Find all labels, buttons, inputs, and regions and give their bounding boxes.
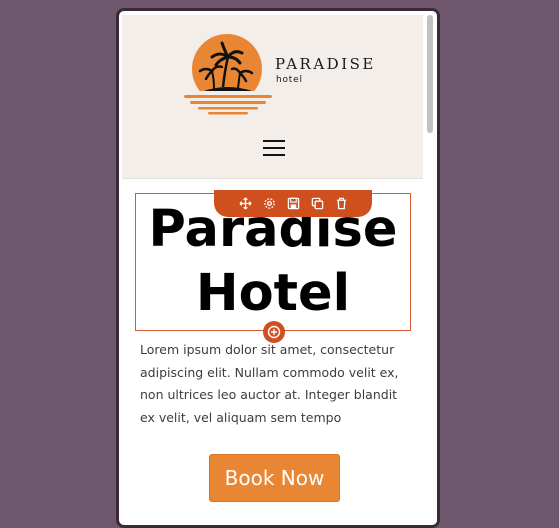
gear-icon[interactable] xyxy=(262,197,276,211)
plus-circle-icon xyxy=(267,325,281,339)
block-toolbar xyxy=(214,190,372,217)
hero-heading: Paradise Hotel xyxy=(136,198,410,326)
move-icon[interactable] xyxy=(238,197,252,211)
mobile-preview-frame: PARADISE hotel Paradise Hotel Lorem ipsu… xyxy=(116,8,440,528)
selected-heading-block[interactable]: Paradise Hotel xyxy=(135,190,411,331)
scrollbar[interactable] xyxy=(423,11,437,525)
trash-icon[interactable] xyxy=(334,197,348,211)
palm-sunset-logo-icon xyxy=(182,34,274,117)
save-icon[interactable] xyxy=(286,197,300,211)
hero-title-line2: Hotel xyxy=(195,264,351,323)
body-paragraph: Lorem ipsum dolor sit amet, consectetur … xyxy=(140,342,399,425)
brand-name: PARADISE xyxy=(275,55,376,73)
book-now-button[interactable]: Book Now xyxy=(209,454,340,502)
site-header: PARADISE hotel xyxy=(122,15,423,179)
page-viewport: PARADISE hotel Paradise Hotel Lorem ipsu… xyxy=(122,15,423,525)
hamburger-menu-icon[interactable] xyxy=(263,140,285,158)
brand-subtitle: hotel xyxy=(276,75,303,85)
duplicate-icon[interactable] xyxy=(310,197,324,211)
scrollbar-thumb[interactable] xyxy=(427,15,433,133)
